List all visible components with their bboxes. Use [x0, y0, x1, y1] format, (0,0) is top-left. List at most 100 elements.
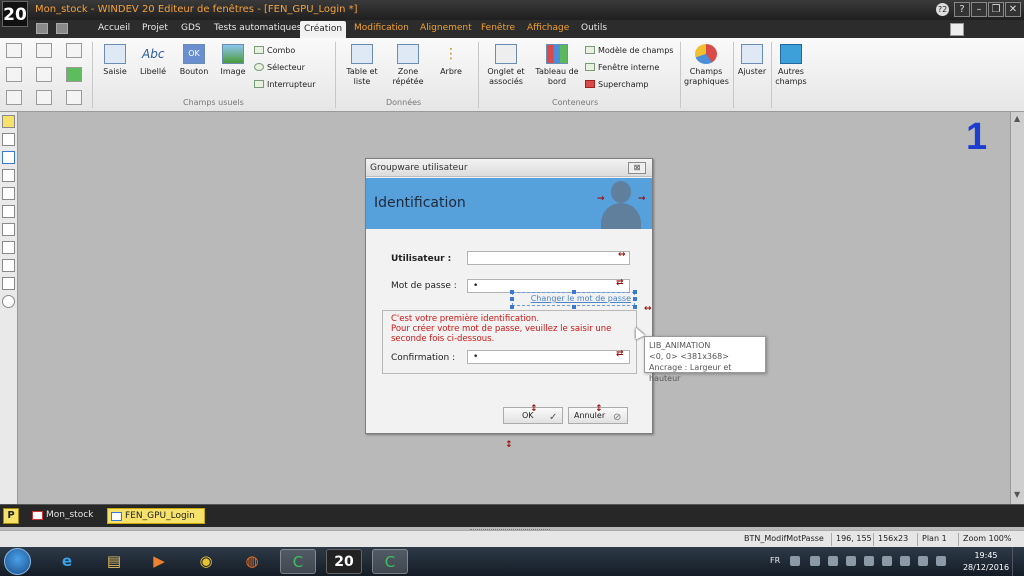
open-icon[interactable] — [36, 43, 52, 58]
animation-zone[interactable]: C'est votre première identification. Pou… — [382, 310, 637, 374]
onglet-button[interactable]: Onglet et associés — [486, 44, 526, 87]
go-window-icon[interactable] — [66, 67, 82, 82]
menu-gds[interactable]: GDS — [181, 23, 201, 33]
menu-modification[interactable]: Modification — [354, 23, 409, 33]
tool-icon[interactable] — [2, 133, 15, 146]
quick-access-grid-icon[interactable] — [36, 23, 48, 34]
dropbox-icon[interactable] — [846, 556, 856, 566]
p-tool-icon[interactable] — [2, 115, 15, 128]
quick-access-list-icon[interactable] — [56, 23, 68, 34]
file-explorer-icon[interactable]: ▤ — [96, 549, 132, 574]
tool-icon[interactable] — [2, 205, 15, 218]
selection-handle[interactable] — [510, 305, 514, 309]
camtasia-recorder-icon[interactable]: C — [372, 549, 408, 574]
selection-handle[interactable] — [633, 297, 637, 301]
tray-icon[interactable] — [882, 556, 892, 566]
modele-de-champs-button[interactable]: Modèle de champs — [585, 46, 673, 55]
help-icon[interactable]: ?2 — [936, 3, 949, 16]
ajuster-button[interactable]: Ajuster — [736, 44, 768, 77]
vertical-scrollbar[interactable]: ▲ ▼ — [1010, 112, 1024, 504]
windev-20-icon[interactable]: 20 — [326, 549, 362, 574]
user-avatar-icon[interactable] — [595, 179, 647, 229]
selection-handle[interactable] — [510, 297, 514, 301]
autres-champs-button[interactable]: Autres champs — [775, 44, 807, 87]
menu-outils[interactable]: Outils — [581, 23, 607, 33]
superchamp-button[interactable]: Superchamp — [585, 80, 649, 89]
saisie-button[interactable]: Saisie — [100, 44, 130, 77]
hierarchy-icon[interactable] — [66, 90, 82, 105]
clock-time[interactable]: 19:45 — [968, 551, 1004, 560]
save-icon[interactable] — [66, 43, 82, 58]
zone-repetee-button[interactable]: Zone répétée — [391, 44, 425, 87]
network-icon[interactable] — [918, 556, 928, 566]
tray-help-icon[interactable] — [790, 556, 800, 566]
menu-alignement[interactable]: Alignement — [420, 23, 472, 33]
selecteur-button[interactable]: Sélecteur — [254, 63, 305, 72]
menu-tests-automatiques[interactable]: Tests automatiques — [214, 23, 301, 33]
tool-icon[interactable] — [2, 187, 15, 200]
media-player-icon[interactable]: ▶ — [141, 549, 177, 574]
window-tool-icon[interactable] — [2, 151, 15, 164]
image-button[interactable]: Image — [218, 44, 248, 77]
selection-handle[interactable] — [510, 290, 514, 294]
menu-affichage[interactable]: Affichage — [527, 23, 569, 33]
help-search-icon[interactable]: ? — [954, 2, 970, 17]
champs-graphiques-button[interactable]: Champs graphiques — [684, 44, 729, 87]
tool-icon[interactable] — [2, 277, 15, 290]
show-desktop-button[interactable] — [1012, 547, 1024, 576]
project-badge[interactable]: P — [3, 508, 19, 524]
tool-icon[interactable] — [2, 223, 15, 236]
restore-button[interactable]: ❐ — [988, 2, 1004, 17]
fenetre-interne-button[interactable]: Fenêtre interne — [585, 63, 659, 72]
tray-icon[interactable] — [864, 556, 874, 566]
login-window-design[interactable]: Groupware utilisateur ⊠ Identification →… — [365, 158, 653, 434]
search-icon[interactable] — [950, 23, 964, 36]
redo-icon[interactable] — [36, 90, 52, 105]
tray-icon[interactable] — [828, 556, 838, 566]
tableau-de-bord-button[interactable]: Tableau de bord — [534, 44, 580, 87]
tray-icon[interactable] — [900, 556, 910, 566]
selection-handle[interactable] — [633, 305, 637, 309]
language-indicator[interactable]: FR — [770, 556, 780, 565]
tool-icon[interactable] — [2, 241, 15, 254]
scroll-up-icon[interactable]: ▲ — [1014, 114, 1020, 123]
clock-date[interactable]: 28/12/2016 — [960, 563, 1012, 572]
change-password-link[interactable]: Changer le mot de passe — [512, 292, 635, 306]
menu-accueil[interactable]: Accueil — [98, 23, 130, 33]
volume-icon[interactable] — [936, 556, 946, 566]
bouton-button[interactable]: OK Bouton — [177, 44, 211, 77]
interrupteur-button[interactable]: Interrupteur — [254, 80, 316, 89]
selection-handle[interactable] — [633, 290, 637, 294]
menu-creation[interactable]: Création — [300, 21, 346, 38]
tray-icon[interactable] — [810, 556, 820, 566]
tab-mon-stock[interactable]: Mon_stock — [29, 508, 104, 524]
chrome-icon[interactable]: ◉ — [188, 549, 224, 574]
undo-icon[interactable] — [6, 90, 22, 105]
identification-banner[interactable]: Identification → → — [366, 178, 652, 229]
menu-projet[interactable]: Projet — [142, 23, 168, 33]
menu-fenetre[interactable]: Fenêtre — [481, 23, 515, 33]
selection-handle[interactable] — [572, 305, 576, 309]
arbre-button[interactable]: ⋮ Arbre — [438, 44, 464, 77]
go-icon[interactable] — [36, 67, 52, 82]
table-et-liste-button[interactable]: Table et liste — [343, 44, 381, 87]
libelle-button[interactable]: Abc Libellé — [137, 44, 169, 77]
camtasia-icon[interactable]: C — [280, 549, 316, 574]
selection-handle[interactable] — [572, 290, 576, 294]
internet-explorer-icon[interactable]: e — [49, 549, 85, 574]
tool-icon[interactable] — [2, 169, 15, 182]
refresh-icon[interactable] — [6, 67, 22, 82]
start-button[interactable] — [4, 548, 31, 575]
password-input[interactable]: • — [467, 279, 630, 293]
combo-button[interactable]: Combo — [254, 46, 295, 55]
tab-fen-gpu-login[interactable]: FEN_GPU_Login — [107, 508, 205, 524]
new-icon[interactable] — [6, 43, 22, 58]
firefox-icon[interactable]: ◍ — [234, 549, 270, 574]
close-icon[interactable]: ⊠ — [628, 162, 646, 174]
globe-icon[interactable] — [2, 295, 15, 308]
minimize-button[interactable]: – — [971, 2, 987, 17]
close-button[interactable]: ✕ — [1005, 2, 1021, 17]
tool-icon[interactable] — [2, 259, 15, 272]
utilisateur-input[interactable] — [467, 251, 630, 265]
scroll-down-icon[interactable]: ▼ — [1014, 490, 1020, 499]
